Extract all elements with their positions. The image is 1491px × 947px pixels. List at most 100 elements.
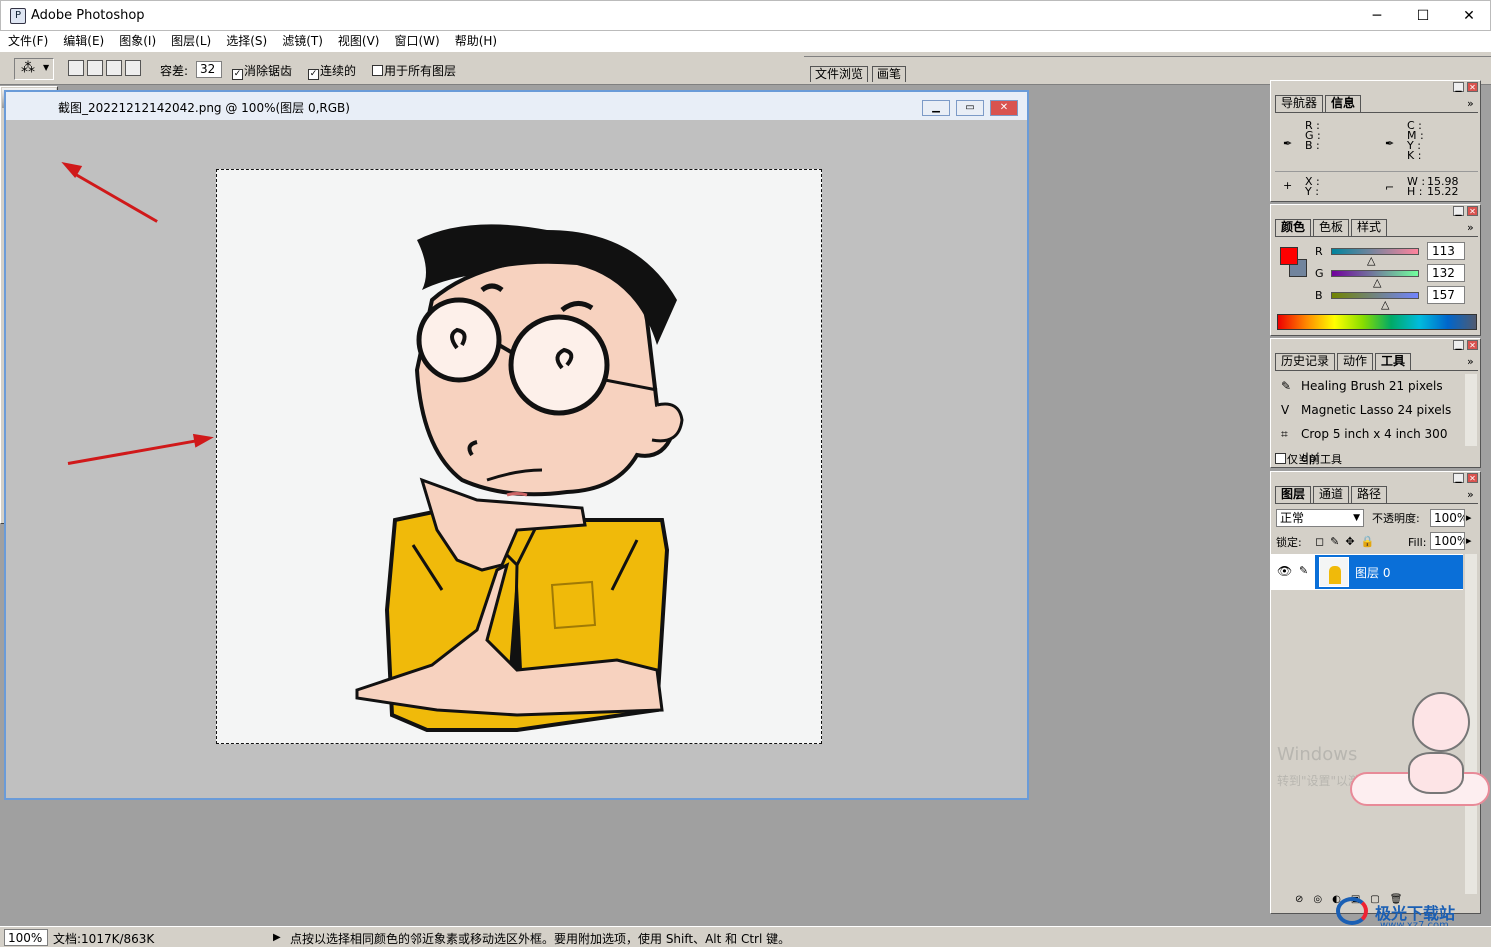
lock-label: 锁定:: [1276, 536, 1302, 549]
subtract-selection-icon[interactable]: [106, 60, 122, 76]
panel-close-icon[interactable]: ✕: [1467, 473, 1478, 483]
opacity-arrow-icon[interactable]: ▸: [1466, 512, 1472, 523]
menu-bar: 文件(F) 编辑(E) 图象(I) 图层(L) 选择(S) 滤镜(T) 视图(V) 窗口(W)…: [0, 31, 1491, 51]
list-item[interactable]: ✎ Healing Brush 21 pixels: [1275, 374, 1461, 398]
tab-history[interactable]: 历史记录: [1275, 353, 1336, 370]
tab-paths[interactable]: 路径: [1351, 486, 1388, 503]
fill-input[interactable]: 100%: [1430, 532, 1465, 550]
tolerance-label: 容差:: [160, 64, 189, 78]
tab-layers[interactable]: 图层: [1275, 486, 1312, 503]
list-item[interactable]: ⌗ Crop 5 inch x 4 inch 300 dpi: [1275, 422, 1461, 465]
crosshair-icon: +: [1283, 179, 1293, 192]
title-bar: P Adobe Photoshop ─ ☐ ✕: [0, 0, 1491, 31]
channel-r-input[interactable]: 113: [1427, 242, 1465, 260]
healing-brush-icon: ✎: [1281, 379, 1292, 393]
menu-help[interactable]: 帮助(H): [448, 31, 504, 51]
panel-minimize-icon[interactable]: ▁: [1453, 206, 1464, 216]
panel-close-icon[interactable]: ✕: [1467, 206, 1478, 216]
panel-menu-icon[interactable]: »: [1467, 356, 1474, 367]
channel-b-label: B: [1315, 289, 1323, 302]
layers-panel-tabs: 图层 通道 路径: [1275, 486, 1388, 503]
panel-header: ▁ ✕: [1271, 81, 1480, 93]
all-layers-checkbox[interactable]: 用于所有图层: [372, 62, 456, 79]
menu-view[interactable]: 视图(V): [331, 31, 387, 51]
panel-close-icon[interactable]: ✕: [1467, 82, 1478, 92]
tab-file-browser[interactable]: 文件浏览: [810, 66, 869, 82]
list-item[interactable]: ᐯ Magnetic Lasso 24 pixels: [1275, 398, 1461, 422]
menu-edit[interactable]: 编辑(E): [56, 31, 111, 51]
tab-brushes[interactable]: 画笔: [872, 66, 907, 82]
tab-navigator[interactable]: 导航器: [1275, 95, 1324, 112]
panel-menu-icon[interactable]: »: [1467, 222, 1474, 233]
info-y-coord: Y :: [1305, 185, 1319, 198]
thumbnail-figure: [1329, 566, 1341, 584]
menu-window[interactable]: 窗口(W): [387, 31, 446, 51]
tolerance-input[interactable]: 32: [196, 61, 222, 78]
foreground-color-swatch[interactable]: [1280, 247, 1298, 265]
tab-styles[interactable]: 样式: [1351, 219, 1388, 236]
watermark-windows: Windows: [1277, 744, 1358, 765]
divider: [1275, 171, 1478, 172]
tab-channels[interactable]: 通道: [1313, 486, 1350, 503]
current-tool-only-label: 仅当前工具: [1287, 453, 1342, 466]
blend-mode-select[interactable]: 正常 ▼: [1276, 509, 1364, 527]
color-ramp[interactable]: [1277, 314, 1477, 330]
chevron-down-icon: ▼: [1353, 513, 1360, 523]
antialias-label: 消除锯齿: [244, 64, 293, 78]
menu-file[interactable]: 文件(F): [1, 31, 55, 51]
slider-thumb-icon[interactable]: △: [1381, 299, 1389, 310]
panel-minimize-icon[interactable]: ▁: [1453, 82, 1464, 92]
selection-mode-group: [68, 60, 144, 78]
window-title: Adobe Photoshop: [31, 8, 145, 23]
zoom-input[interactable]: 100%: [4, 929, 48, 946]
new-selection-icon[interactable]: [68, 60, 84, 76]
channel-r-slider[interactable]: [1331, 248, 1419, 255]
brush-link-icon[interactable]: ✎: [1299, 564, 1308, 577]
panel-minimize-icon[interactable]: ▁: [1453, 473, 1464, 483]
menu-image[interactable]: 图象(I): [112, 31, 163, 51]
status-menu-arrow-icon[interactable]: ▶: [273, 932, 281, 943]
maximize-button[interactable]: ☐: [1400, 5, 1446, 27]
opacity-input[interactable]: 100%: [1430, 509, 1465, 527]
slider-thumb-icon[interactable]: △: [1367, 255, 1375, 266]
tab-tool-presets[interactable]: 工具: [1375, 353, 1412, 370]
channel-g-input[interactable]: 132: [1427, 264, 1465, 282]
tab-color[interactable]: 颜色: [1275, 219, 1312, 236]
tool-preset-picker[interactable]: ⁂ ▼: [14, 58, 54, 80]
lock-icons[interactable]: ◻✎✥🔒: [1315, 536, 1380, 547]
scrollbar[interactable]: [1465, 374, 1477, 446]
slider-thumb-icon[interactable]: △: [1373, 277, 1381, 288]
doc-minimize-button[interactable]: ▁: [922, 100, 950, 116]
minimize-button[interactable]: ─: [1354, 5, 1400, 27]
panel-menu-icon[interactable]: »: [1467, 98, 1474, 109]
fill-arrow-icon[interactable]: ▸: [1466, 535, 1472, 546]
channel-b-slider[interactable]: [1331, 292, 1419, 299]
info-panel: ▁ ✕ 导航器 信息 » ✒ R : G : B : ✒ C : M : Y :…: [1270, 80, 1481, 202]
menu-select[interactable]: 选择(S): [219, 31, 274, 51]
add-selection-icon[interactable]: [87, 60, 103, 76]
panel-minimize-icon[interactable]: ▁: [1453, 340, 1464, 350]
doc-maximize-button[interactable]: ▭: [956, 100, 984, 116]
checkbox-checked-icon: ✓: [232, 69, 243, 80]
checkbox-empty-icon: [1275, 453, 1286, 464]
channel-b-input[interactable]: 157: [1427, 286, 1465, 304]
image-canvas[interactable]: [216, 169, 822, 744]
close-button[interactable]: ✕: [1446, 5, 1491, 27]
current-tool-only-checkbox[interactable]: 仅当前工具: [1275, 453, 1342, 465]
menu-filter[interactable]: 滤镜(T): [275, 31, 330, 51]
panel-close-icon[interactable]: ✕: [1467, 340, 1478, 350]
eyedropper-icon: ✒: [1385, 137, 1395, 150]
layer-row[interactable]: 👁 ✎ 图层 0: [1271, 554, 1463, 590]
intersect-selection-icon[interactable]: [125, 60, 141, 76]
tab-info[interactable]: 信息: [1325, 95, 1362, 112]
antialias-checkbox[interactable]: ✓ 消除锯齿: [232, 62, 292, 80]
contiguous-checkbox[interactable]: ✓ 连续的: [308, 62, 356, 80]
menu-layer[interactable]: 图层(L): [164, 31, 218, 51]
eye-icon[interactable]: 👁: [1277, 564, 1292, 578]
panel-menu-icon[interactable]: »: [1467, 489, 1474, 500]
tab-actions[interactable]: 动作: [1337, 353, 1374, 370]
tab-swatches[interactable]: 色板: [1313, 219, 1350, 236]
eyedropper-icon: ✒: [1283, 137, 1293, 150]
preset-label: Healing Brush 21 pixels: [1301, 379, 1443, 393]
doc-close-button[interactable]: ✕: [990, 100, 1018, 116]
